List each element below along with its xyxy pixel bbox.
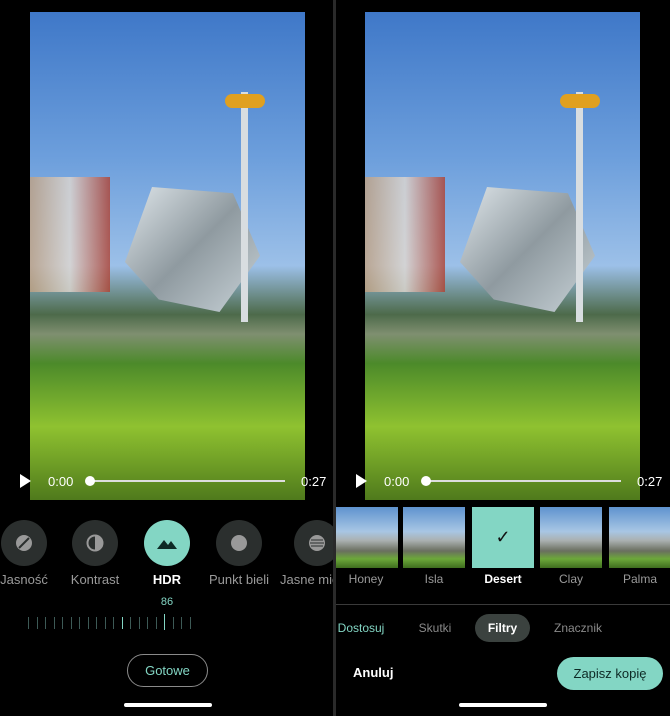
slider-tick [130,617,131,629]
check-icon: ✓ [495,527,511,547]
filter-thumb-clay[interactable] [540,507,602,568]
slider-tick [189,617,191,629]
slider-tick [181,617,182,629]
slider-tick [138,617,140,629]
slider-tick [121,617,123,629]
filter-label: Clay [558,572,583,586]
seek-bar[interactable] [426,480,621,482]
filter-thumb-honey[interactable] [336,507,398,568]
current-time: 0:00 [48,474,74,489]
play-icon[interactable] [20,474,31,488]
lamp-post [576,92,583,322]
duration: 0:27 [301,474,327,489]
lamps [560,94,600,108]
glass-structure [460,187,595,312]
highlights-icon [309,535,325,551]
slider-tick [79,617,80,629]
filter-label: Palma [622,572,657,586]
tool-contrast[interactable] [72,520,118,566]
slider-tick [45,617,46,629]
slider-tick [62,617,63,629]
seek-handle[interactable] [85,476,95,486]
filter-label: Isla [424,572,444,586]
slider-tick [172,617,174,629]
filter-thumb-desert[interactable]: ✓ [472,507,534,568]
slider-tick [164,614,165,630]
lamp-post [241,92,248,322]
video-controls: 0:00 0:27 [336,470,666,492]
tab-skutki[interactable]: Skutki [410,614,460,642]
video-controls: 0:00 0:27 [0,470,330,492]
home-indicator [124,703,212,707]
lamps [225,94,265,108]
slider-value: 86 [160,596,174,608]
seek-handle[interactable] [421,476,431,486]
save-copy-button[interactable]: Zapisz kopię [557,657,663,690]
tool-highlights[interactable] [294,520,333,566]
white-point-icon [231,535,247,551]
glass-structure [125,187,260,312]
brightness-icon [16,535,32,551]
right-editor-panel: 0:00 0:27 [336,0,670,716]
slider-tick [104,617,106,629]
slider-tick [147,617,148,629]
filter-thumb-isla[interactable] [403,507,465,568]
tool-label: Jasne mie [280,572,333,587]
home-indicator [459,703,547,707]
tool-white-point[interactable] [216,520,262,566]
tab-dostosuj[interactable]: Dostosuj [336,614,386,642]
tab-znacznik[interactable]: Znacznik [548,614,608,642]
tool-hdr[interactable] [144,520,190,566]
slider-tick [70,617,72,629]
building [365,177,445,292]
slider-tick [53,617,55,629]
slider-tick [87,617,89,629]
current-time: 0:00 [384,474,410,489]
slider-tick [36,617,38,629]
left-editor-panel: 0:00 0:27 Jasność Kontrast HDR Punkt bie… [0,0,333,716]
seek-bar[interactable] [90,480,285,482]
filter-label: Desert [484,572,522,586]
play-icon[interactable] [356,474,367,488]
video-preview[interactable] [365,12,640,500]
slider-tick [28,617,29,629]
filter-thumb-palma[interactable] [609,507,670,568]
tab-filtry[interactable]: Filtry [475,614,530,642]
cancel-button[interactable]: Anuluj [353,665,393,680]
mountain-icon [157,540,177,549]
hdr-slider[interactable] [28,614,198,630]
section-divider [336,604,670,605]
contrast-icon [86,534,104,552]
done-button[interactable]: Gotowe [127,654,208,687]
filter-label: Honey [348,572,384,586]
slider-tick [96,617,97,629]
tool-label: Punkt bieli [209,572,269,587]
duration: 0:27 [637,474,663,489]
video-preview[interactable] [30,12,305,500]
slider-tick [113,617,114,629]
building [30,177,110,292]
tool-brightness[interactable] [1,520,47,566]
slider-tick [155,617,157,629]
